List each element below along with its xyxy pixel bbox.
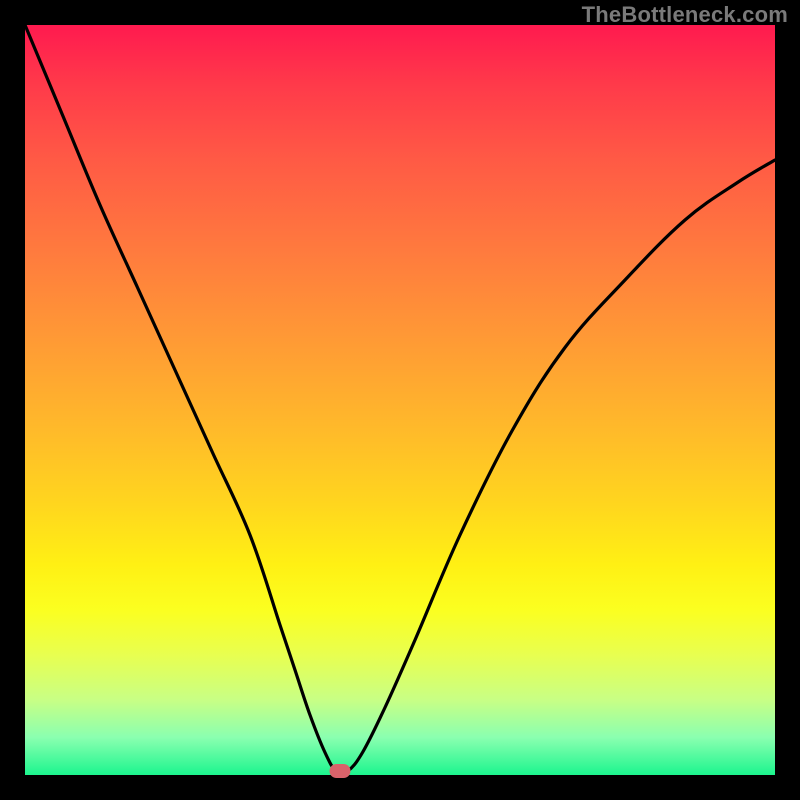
chart-frame: TheBottleneck.com	[0, 0, 800, 800]
bottleneck-curve	[25, 25, 775, 775]
curve-path	[25, 25, 775, 774]
optimum-marker	[330, 764, 351, 778]
plot-area	[25, 25, 775, 775]
